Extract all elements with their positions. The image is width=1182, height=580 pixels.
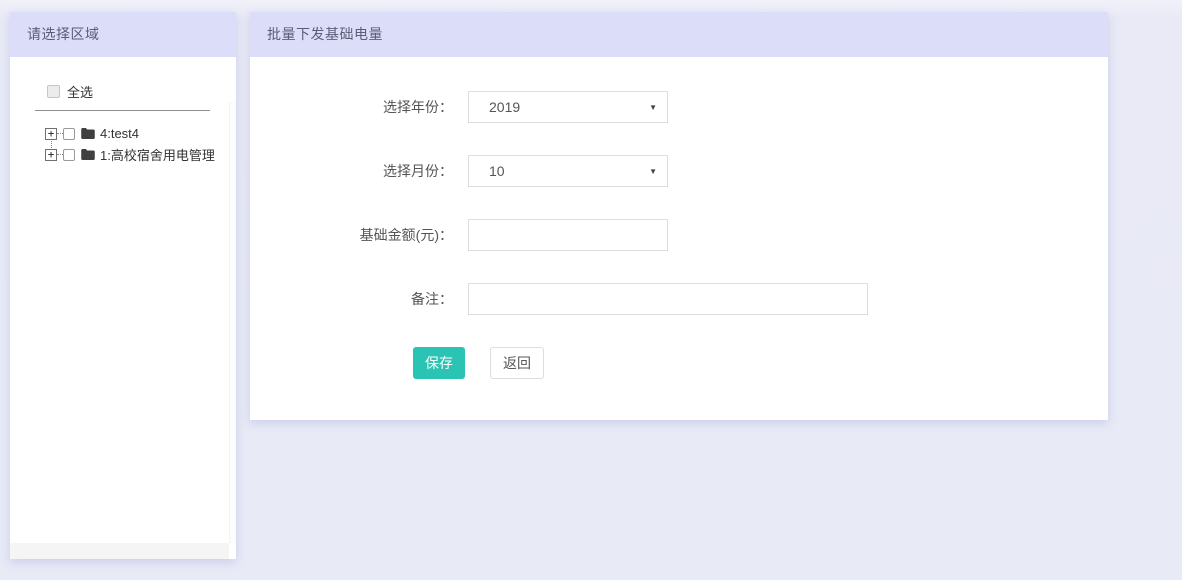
batch-issue-panel: 批量下发基础电量 选择年份： 2019 ▼ 选择月份： 10 ▼ 基础金额(元)… bbox=[250, 12, 1108, 420]
select-all-checkbox[interactable] bbox=[47, 85, 60, 98]
chevron-down-icon: ▼ bbox=[649, 103, 657, 112]
remark-input[interactable] bbox=[468, 283, 868, 315]
tree-node[interactable]: + 1:高校宿舍用电管理 bbox=[45, 146, 228, 163]
expand-plus-icon[interactable]: + bbox=[45, 128, 57, 140]
amount-row: 基础金额(元)： bbox=[250, 219, 1108, 251]
region-tree: + 4:test4 + 1:高校宿舍用 bbox=[10, 125, 228, 167]
year-row: 选择年份： 2019 ▼ bbox=[250, 91, 1108, 123]
tree-node[interactable]: + 4:test4 bbox=[45, 125, 228, 142]
region-panel-body: 全选 + 4:test4 + bbox=[10, 57, 236, 543]
region-panel-title: 请选择区域 bbox=[10, 12, 236, 57]
tree-node-checkbox[interactable] bbox=[63, 149, 75, 161]
region-select-panel: 请选择区域 全选 + 4:test4 + bbox=[10, 12, 236, 559]
year-label: 选择年份： bbox=[250, 97, 468, 117]
tree-divider bbox=[35, 110, 210, 111]
amount-label: 基础金额(元)： bbox=[250, 225, 468, 245]
month-label: 选择月份： bbox=[250, 161, 468, 181]
year-select-value: 2019 bbox=[489, 99, 649, 115]
remark-label: 备注： bbox=[250, 289, 468, 309]
month-row: 选择月份： 10 ▼ bbox=[250, 155, 1108, 187]
sidebar-scrollbar-track[interactable] bbox=[229, 102, 236, 543]
select-all-row[interactable]: 全选 bbox=[47, 82, 93, 101]
form-actions: 保存 返回 bbox=[413, 347, 1108, 379]
month-select[interactable]: 10 ▼ bbox=[468, 155, 668, 187]
amount-input[interactable] bbox=[468, 219, 668, 251]
back-button[interactable]: 返回 bbox=[490, 347, 544, 379]
batch-issue-form: 选择年份： 2019 ▼ 选择月份： 10 ▼ 基础金额(元)： 备注： 保存 … bbox=[250, 57, 1108, 379]
sidebar-footer-strip bbox=[10, 543, 229, 559]
tree-node-checkbox[interactable] bbox=[63, 128, 75, 140]
save-button[interactable]: 保存 bbox=[413, 347, 465, 379]
chevron-down-icon: ▼ bbox=[649, 167, 657, 176]
expand-plus-icon[interactable]: + bbox=[45, 149, 57, 161]
batch-issue-panel-title: 批量下发基础电量 bbox=[250, 12, 1108, 57]
select-all-label: 全选 bbox=[67, 82, 93, 101]
tree-node-label[interactable]: 1:高校宿舍用电管理 bbox=[100, 145, 215, 164]
folder-icon bbox=[81, 128, 95, 139]
folder-icon bbox=[81, 149, 95, 160]
year-select[interactable]: 2019 ▼ bbox=[468, 91, 668, 123]
remark-row: 备注： bbox=[250, 283, 1108, 315]
tree-node-label[interactable]: 4:test4 bbox=[100, 126, 139, 141]
month-select-value: 10 bbox=[489, 163, 649, 179]
